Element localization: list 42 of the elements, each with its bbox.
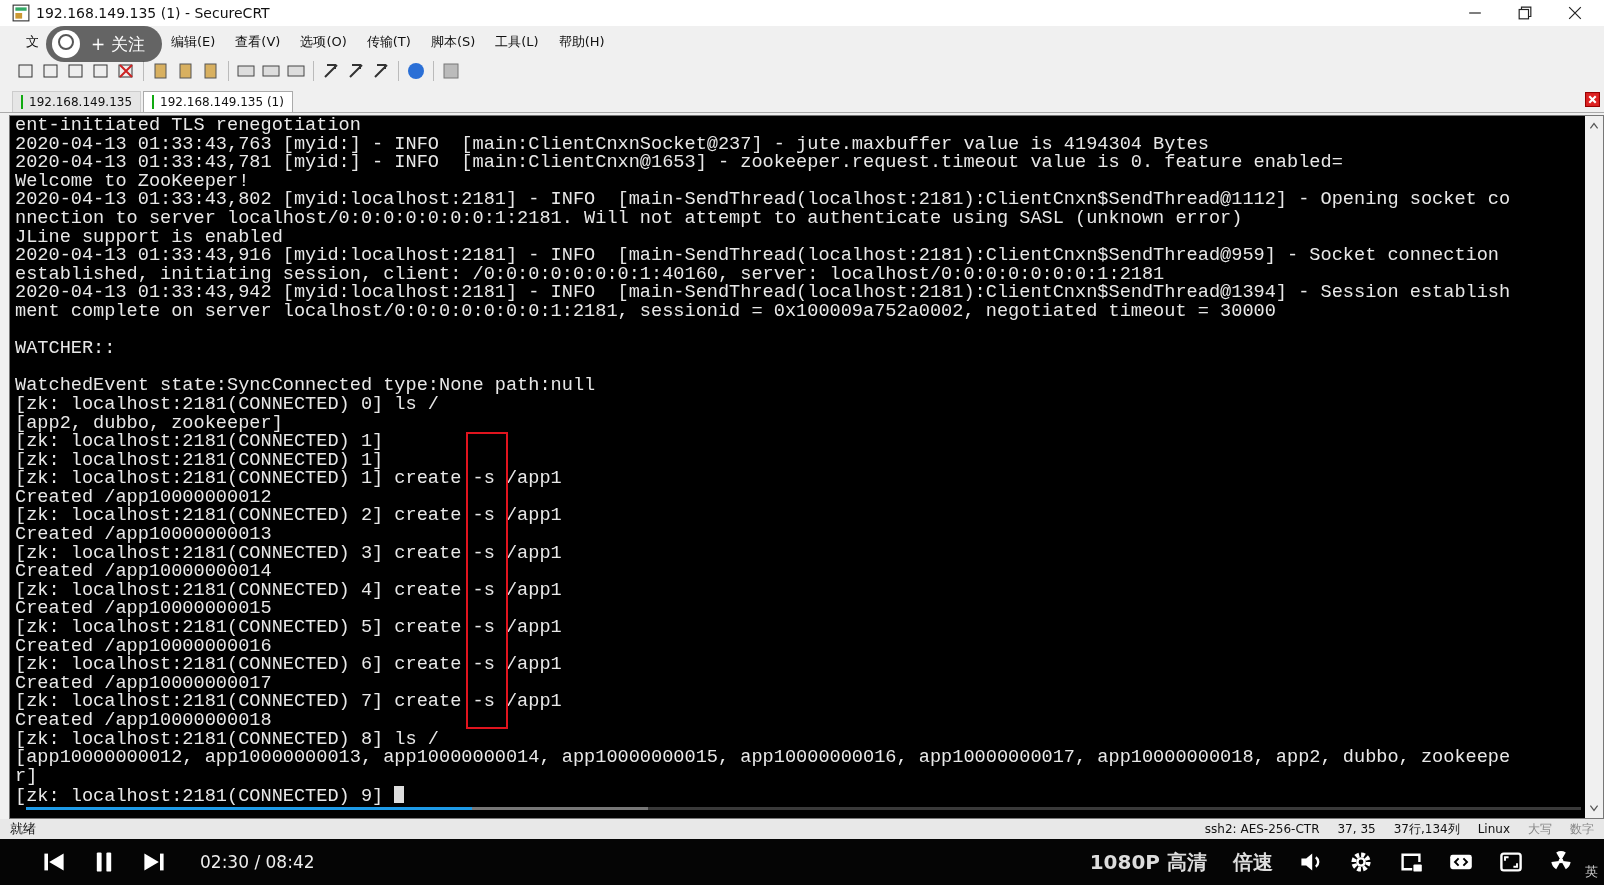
follow-button[interactable]: + 关注: [46, 26, 162, 62]
menu-item[interactable]: 编辑(E): [167, 31, 220, 53]
terminal-line: Created /app10000000015: [15, 598, 272, 620]
caps-indicator: 大写: [1528, 820, 1552, 838]
channel-logo-icon: [51, 29, 81, 59]
terminal-size: 37行,134列: [1393, 820, 1460, 838]
video-progress-bar[interactable]: [26, 807, 1581, 810]
close-icon[interactable]: [1568, 6, 1582, 20]
terminal-line: JLine support is enabled: [15, 226, 283, 248]
terminal-line: WATCHER::: [15, 338, 116, 360]
terminal-line: 2020-04-13 01:33:43,763 [myid:] - INFO [main:ClientCnxnSocket@237] - jute.maxbuffer value is 4194304 Bytes: [15, 133, 1209, 155]
terminal-line: [zk: localhost:2181(CONNECTED) 9]: [15, 786, 384, 808]
terminal-line: ent-initiated TLS renegotiation: [15, 115, 361, 136]
playback-time: 02:30 / 08:42: [200, 852, 315, 872]
menu-item[interactable]: 工具(L): [491, 31, 543, 53]
menu-item[interactable]: 文: [22, 31, 43, 53]
menu-item[interactable]: 脚本(S): [426, 31, 480, 53]
fullscreen-icon[interactable]: [1499, 850, 1523, 874]
num-indicator: 数字: [1570, 820, 1594, 838]
close-tab-icon[interactable]: [1585, 92, 1600, 107]
menu-item[interactable]: 查看(V): [231, 31, 285, 53]
session-tab[interactable]: 192.168.149.135 (1): [143, 91, 293, 112]
terminal-line: [app2, dubbo, zookeeper]: [15, 412, 283, 434]
terminal-line: [zk: localhost:2181(CONNECTED) 8] ls /: [15, 728, 439, 750]
status-text: 就绪: [10, 820, 36, 838]
os-label: Linux: [1477, 822, 1510, 836]
cursor-position: 37, 35: [1337, 822, 1376, 836]
scrollbar[interactable]: [1585, 116, 1603, 818]
menu-item[interactable]: 选项(O): [296, 31, 351, 53]
quality-button[interactable]: 1080P 高清: [1089, 848, 1207, 876]
restore-icon[interactable]: [1518, 6, 1532, 20]
input-method-label: 英: [1585, 863, 1598, 881]
menu-item[interactable]: 帮助(H): [554, 31, 609, 53]
cipher-text: ssh2: AES-256-CTR: [1204, 822, 1320, 836]
terminal-line: Created /app10000000018: [15, 710, 272, 731]
app-icon: [12, 4, 30, 22]
session-tab[interactable]: 192.168.149.135: [12, 91, 142, 112]
menu-item[interactable]: 传输(T): [362, 31, 415, 53]
terminal-line: [zk: localhost:2181(CONNECTED) 2] create -s /app1: [15, 505, 562, 527]
speed-button[interactable]: 倍速: [1233, 848, 1273, 876]
window-title: 192.168.149.135 (1) - SecureCRT: [36, 5, 270, 21]
terminal-line: [zk: localhost:2181(CONNECTED) 7] create -s /app1: [15, 691, 562, 713]
